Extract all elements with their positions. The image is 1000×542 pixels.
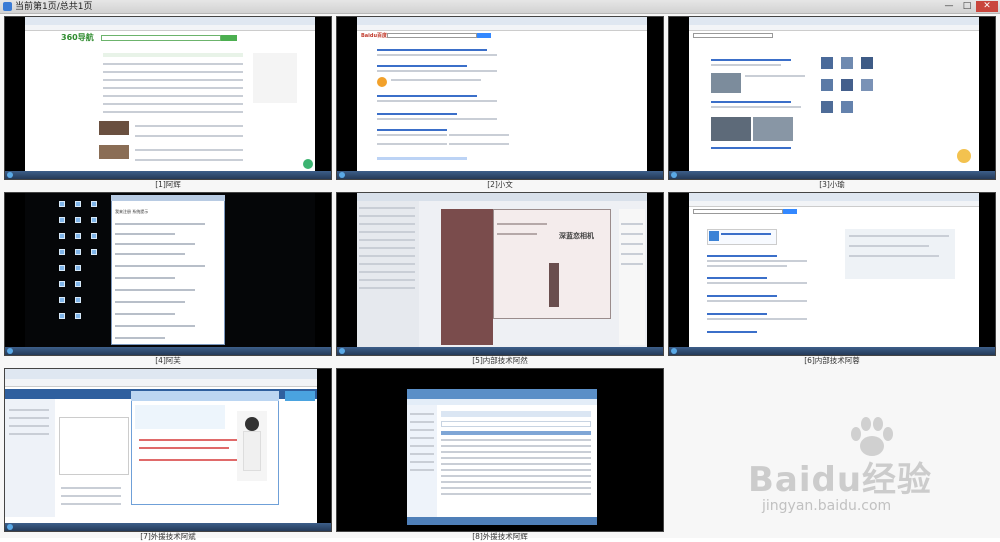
thumbnail-2[interactable]: Baidu百度 [2]小文: [336, 16, 664, 190]
thumbnail-caption: [1]阿辉: [155, 180, 181, 189]
chat-log-header: 我来注册 系统提示: [115, 209, 149, 214]
thumbnail-caption: [8]外援技术阿辉: [472, 532, 528, 541]
thumbnail-caption: [7]外援技术阿斌: [140, 532, 196, 541]
chat-banner: 深蓝恋相机: [559, 232, 594, 240]
thumbnail-1[interactable]: 360导航 [1]阿辉: [4, 16, 332, 190]
page-indicator-title: 当前第1页/总共1页: [15, 2, 93, 12]
baidu-logo: Baidu百度: [361, 33, 388, 39]
minimize-button[interactable]: —: [940, 1, 958, 12]
thumbnail-4[interactable]: 我来注册 系统提示 [4]阿芙: [4, 192, 332, 366]
thumbnail-8[interactable]: [8]外援技术阿辉: [336, 368, 664, 542]
screen-preview-5[interactable]: 深蓝恋相机: [336, 192, 664, 356]
thumbnail-caption: [3]小瑜: [819, 180, 845, 189]
watermark-brand: Baidu经验: [748, 460, 933, 500]
screen-preview-3[interactable]: [668, 16, 996, 180]
thumbnail-3[interactable]: [3]小瑜: [668, 16, 996, 190]
thumbnail-5[interactable]: 深蓝恋相机 [5]内部技术阿然: [336, 192, 664, 366]
screen-preview-6[interactable]: [668, 192, 996, 356]
site-360-logo: 360导航: [61, 33, 94, 42]
close-button[interactable]: ✕: [976, 1, 998, 12]
thumbnail-caption: [6]内部技术阿蓉: [804, 356, 860, 365]
thumbnail-caption: [2]小文: [487, 180, 513, 189]
screen-preview-2[interactable]: Baidu百度: [336, 16, 664, 180]
screen-preview-4[interactable]: 我来注册 系统提示: [4, 192, 332, 356]
thumbnail-caption: [5]内部技术阿然: [472, 356, 528, 365]
thumbnail-6[interactable]: [6]内部技术阿蓉: [668, 192, 996, 366]
thumbnail-7[interactable]: [7]外援技术阿斌: [4, 368, 332, 542]
screen-preview-7[interactable]: [4, 368, 332, 532]
maximize-button[interactable]: □: [958, 1, 976, 12]
baidu-jingyan-watermark: Baidu经验 jingyan.baidu.com: [748, 414, 988, 524]
thumbnail-caption: [4]阿芙: [155, 356, 181, 365]
screen-preview-1[interactable]: 360导航: [4, 16, 332, 180]
watermark-url: jingyan.baidu.com: [762, 498, 892, 514]
app-icon: [3, 2, 12, 11]
screen-preview-8[interactable]: [336, 368, 664, 532]
window-titlebar: 当前第1页/总共1页 — □ ✕: [0, 0, 1000, 14]
